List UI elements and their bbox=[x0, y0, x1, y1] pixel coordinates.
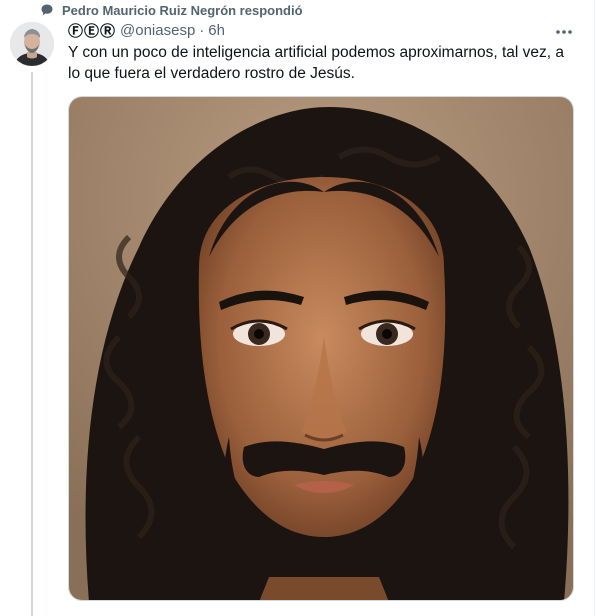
social-context-text[interactable]: Pedro Mauricio Ruiz Negrón respondió bbox=[62, 3, 303, 18]
speech-bubble-icon bbox=[40, 3, 54, 17]
tweet-media-image[interactable] bbox=[68, 96, 574, 601]
tweet-header: ⒻⒺⓇ @oniasesp · 6h bbox=[68, 20, 225, 40]
avatar[interactable] bbox=[10, 22, 54, 66]
separator: · bbox=[199, 21, 205, 39]
display-name[interactable]: ⒻⒺⓇ bbox=[68, 20, 116, 41]
thread-line bbox=[31, 72, 33, 616]
more-dots-icon bbox=[555, 22, 573, 40]
social-context: Pedro Mauricio Ruiz Negrón respondió bbox=[40, 2, 303, 18]
tweet-container[interactable]: Pedro Mauricio Ruiz Negrón respondió ⒻⒺⓇ… bbox=[0, 0, 595, 616]
timestamp[interactable]: 6h bbox=[208, 22, 225, 39]
tweet-text: Y con un poco de inteligencia artificial… bbox=[68, 44, 564, 82]
user-handle[interactable]: @oniasesp bbox=[120, 22, 195, 39]
more-options-button[interactable] bbox=[552, 22, 576, 40]
